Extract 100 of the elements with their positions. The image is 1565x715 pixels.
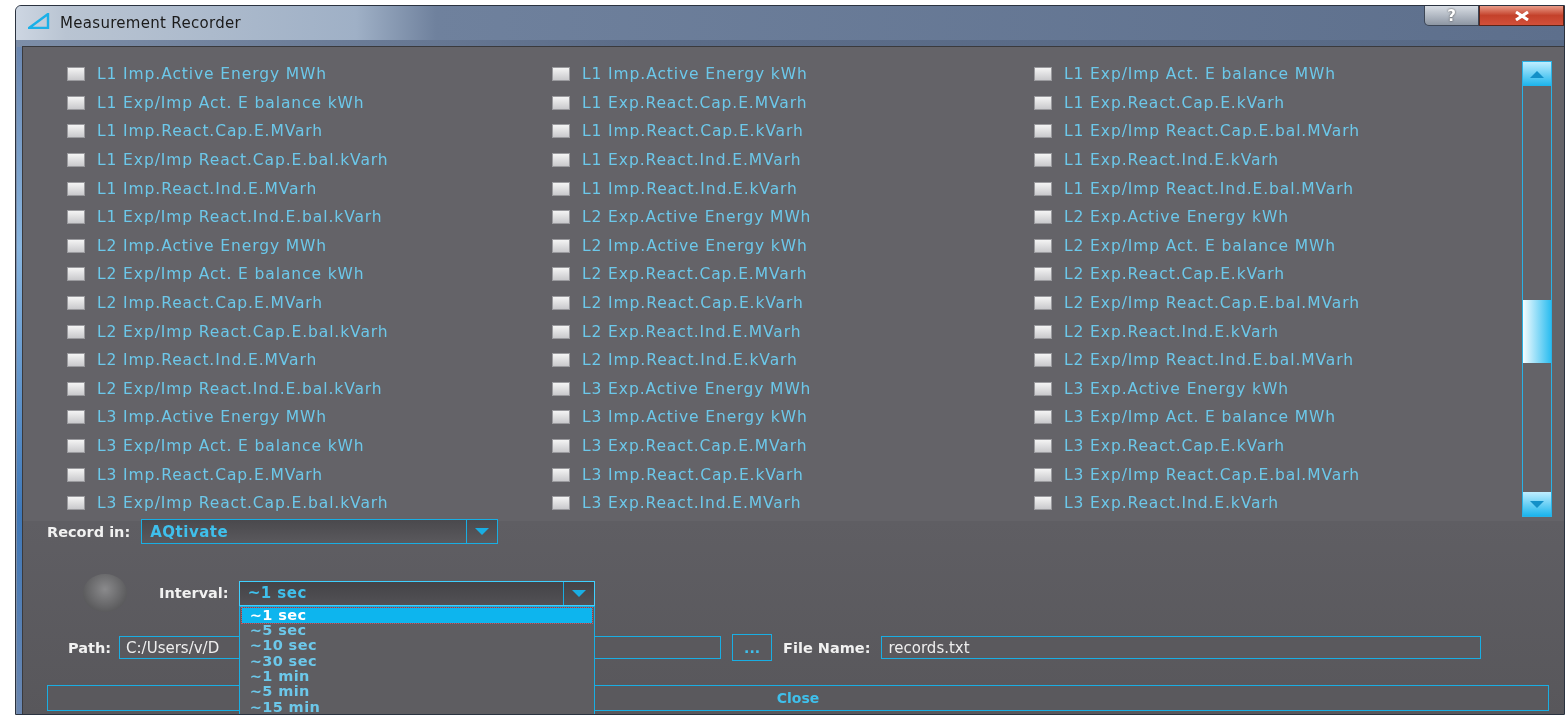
checkbox[interactable]	[1034, 496, 1052, 511]
record-in-dropdown[interactable]: AQtivate	[141, 519, 499, 544]
checkbox-label[interactable]: L3 Imp.React.Cap.E.kVarh	[582, 465, 804, 484]
checkbox[interactable]	[552, 210, 570, 225]
dropdown-option[interactable]: ~30 sec	[241, 653, 592, 670]
checkbox[interactable]	[67, 210, 85, 225]
checkbox-label[interactable]: L2 Exp.React.Cap.E.kVarh	[1064, 265, 1285, 284]
close-button[interactable]	[1479, 6, 1564, 26]
checkbox[interactable]	[67, 324, 85, 339]
checkbox-label[interactable]: L3 Exp.Active Energy MWh	[582, 379, 812, 398]
checkbox[interactable]	[67, 95, 85, 110]
checkbox-label[interactable]: L2 Exp/Imp React.Cap.E.bal.kVarh	[97, 322, 389, 341]
scroll-thumb[interactable]	[1523, 300, 1551, 363]
checkbox-label[interactable]: L3 Exp.React.Cap.E.kVarh	[1064, 437, 1285, 455]
checkbox-label[interactable]: L2 Exp/Imp Act. E balance kWh	[97, 265, 365, 284]
checkbox[interactable]	[67, 439, 85, 453]
checkbox-label[interactable]: L3 Imp.React.Cap.E.MVarh	[97, 465, 324, 484]
checkbox-label[interactable]: L1 Imp.React.Ind.E.kVarh	[582, 179, 798, 198]
checkbox[interactable]	[1034, 238, 1052, 253]
checkbox[interactable]	[1034, 381, 1052, 396]
checkbox[interactable]	[552, 324, 570, 339]
checkbox[interactable]	[552, 238, 570, 253]
checkbox-label[interactable]: L3 Exp/Imp Act. E balance MWh	[1064, 408, 1336, 427]
checkbox-label[interactable]: L3 Exp.React.Ind.E.kVarh	[1064, 494, 1280, 513]
checkbox[interactable]	[67, 267, 85, 282]
file-name-field[interactable]: records.txt	[881, 636, 1482, 659]
checkbox-label[interactable]: L2 Exp.Active Energy kWh	[1064, 208, 1289, 227]
checkbox-label[interactable]: L1 Imp.Active Energy MWh	[97, 65, 328, 84]
checkbox-label[interactable]: L1 Exp/Imp React.Cap.E.bal.MVarh	[1064, 122, 1360, 141]
checkbox-label[interactable]: L1 Imp.React.Cap.E.MVarh	[97, 122, 324, 141]
checkbox[interactable]	[67, 496, 85, 511]
checkbox[interactable]	[67, 296, 85, 311]
checkbox[interactable]	[1034, 410, 1052, 425]
checkbox-label[interactable]: L2 Imp.React.Cap.E.MVarh	[97, 294, 324, 313]
checkbox-label[interactable]: L1 Exp.React.Ind.E.MVarh	[582, 151, 802, 170]
checkbox-label[interactable]: L2 Exp.Active Energy MWh	[582, 208, 812, 227]
scroll-up-button[interactable]	[1523, 62, 1551, 86]
checkbox-label[interactable]: L1 Imp.React.Ind.E.MVarh	[97, 179, 318, 198]
checkbox[interactable]	[552, 410, 570, 425]
checkbox[interactable]	[67, 467, 85, 482]
checkbox-label[interactable]: L1 Imp.React.Cap.E.kVarh	[582, 122, 804, 141]
checkbox-label[interactable]: L1 Imp.Active Energy kWh	[582, 65, 808, 84]
dropdown-option[interactable]: ~5 min	[241, 684, 592, 700]
checkbox-label[interactable]: L1 Exp/Imp Act. E balance MWh	[1064, 65, 1336, 84]
checkbox[interactable]	[1034, 67, 1052, 82]
checkbox-label[interactable]: L2 Imp.React.Cap.E.kVarh	[582, 294, 804, 313]
checkbox-label[interactable]: L2 Imp.React.Ind.E.MVarh	[97, 351, 318, 370]
checkbox[interactable]	[552, 95, 570, 110]
checkbox-label[interactable]: L1 Exp.React.Ind.E.kVarh	[1064, 151, 1280, 170]
checkbox[interactable]	[1034, 353, 1052, 368]
checkbox-label[interactable]: L2 Exp/Imp React.Cap.E.bal.MVarh	[1064, 294, 1360, 313]
dropdown-option[interactable]: ~15 min	[241, 699, 592, 714]
checkbox-label[interactable]: L2 Imp.Active Energy kWh	[582, 236, 808, 255]
dropdown-arrow-icon[interactable]	[571, 589, 586, 597]
checkbox[interactable]	[552, 153, 570, 168]
checkbox-label[interactable]: L1 Exp/Imp React.Ind.E.bal.MVarh	[1064, 179, 1354, 198]
checkbox-label[interactable]: L2 Imp.React.Ind.E.kVarh	[582, 351, 798, 370]
checkbox[interactable]	[552, 353, 570, 368]
checkbox-label[interactable]: L1 Exp/Imp Act. E balance kWh	[97, 93, 365, 112]
checkbox-label[interactable]: L1 Exp.React.Cap.E.MVarh	[582, 93, 808, 112]
checkbox-label[interactable]: L3 Imp.Active Energy kWh	[582, 408, 808, 427]
dropdown-arrow-icon[interactable]	[475, 528, 490, 535]
checkbox[interactable]	[1034, 181, 1052, 196]
checkbox-label[interactable]: L1 Exp/Imp React.Ind.E.bal.kVarh	[97, 208, 383, 227]
checkbox-label[interactable]: L3 Exp.Active Energy kWh	[1064, 379, 1289, 398]
checkbox-label[interactable]: L2 Exp.React.Ind.E.kVarh	[1064, 322, 1280, 341]
checkbox[interactable]	[1034, 124, 1052, 139]
checkbox[interactable]	[552, 496, 570, 511]
checkbox[interactable]	[67, 410, 85, 425]
checkbox-label[interactable]: L3 Exp/Imp React.Cap.E.bal.MVarh	[1064, 465, 1360, 484]
checkbox-label[interactable]: L3 Imp.Active Energy MWh	[97, 408, 328, 427]
checkbox[interactable]	[552, 467, 570, 482]
checkbox[interactable]	[552, 124, 570, 139]
checkbox-label[interactable]: L3 Exp.React.Cap.E.MVarh	[582, 437, 808, 455]
checkbox[interactable]	[1034, 153, 1052, 168]
scrollbar[interactable]	[1522, 61, 1552, 517]
checkbox[interactable]	[67, 353, 85, 368]
checkbox-label[interactable]: L1 Exp.React.Cap.E.kVarh	[1064, 93, 1285, 112]
checkbox[interactable]	[552, 181, 570, 196]
checkbox-label[interactable]: L2 Imp.Active Energy MWh	[97, 236, 328, 255]
checkbox[interactable]	[552, 439, 570, 453]
checkbox-label[interactable]: L3 Exp/Imp React.Cap.E.bal.kVarh	[97, 494, 389, 513]
checkbox[interactable]	[552, 296, 570, 311]
checkbox-label[interactable]: L2 Exp/Imp React.Ind.E.bal.kVarh	[97, 379, 383, 398]
checkbox[interactable]	[67, 67, 85, 82]
checkbox-label[interactable]: L3 Exp/Imp Act. E balance kWh	[97, 437, 365, 455]
checkbox-label[interactable]: L2 Exp/Imp React.Ind.E.bal.MVarh	[1064, 351, 1354, 370]
checkbox[interactable]	[1034, 467, 1052, 482]
checkbox-label[interactable]: L1 Exp/Imp React.Cap.E.bal.kVarh	[97, 151, 389, 170]
dropdown-option[interactable]: ~1 sec	[241, 607, 592, 623]
checkbox[interactable]	[67, 381, 85, 396]
browse-button[interactable]: ...	[732, 634, 773, 661]
checkbox-label[interactable]: L2 Exp.React.Cap.E.MVarh	[582, 265, 808, 284]
checkbox[interactable]	[1034, 439, 1052, 453]
checkbox[interactable]	[1034, 324, 1052, 339]
checkbox[interactable]	[552, 267, 570, 282]
scroll-down-button[interactable]	[1523, 492, 1551, 516]
interval-dropdown[interactable]: ~1 sec	[238, 580, 595, 606]
dropdown-option[interactable]: ~5 sec	[241, 622, 592, 639]
checkbox[interactable]	[552, 381, 570, 396]
